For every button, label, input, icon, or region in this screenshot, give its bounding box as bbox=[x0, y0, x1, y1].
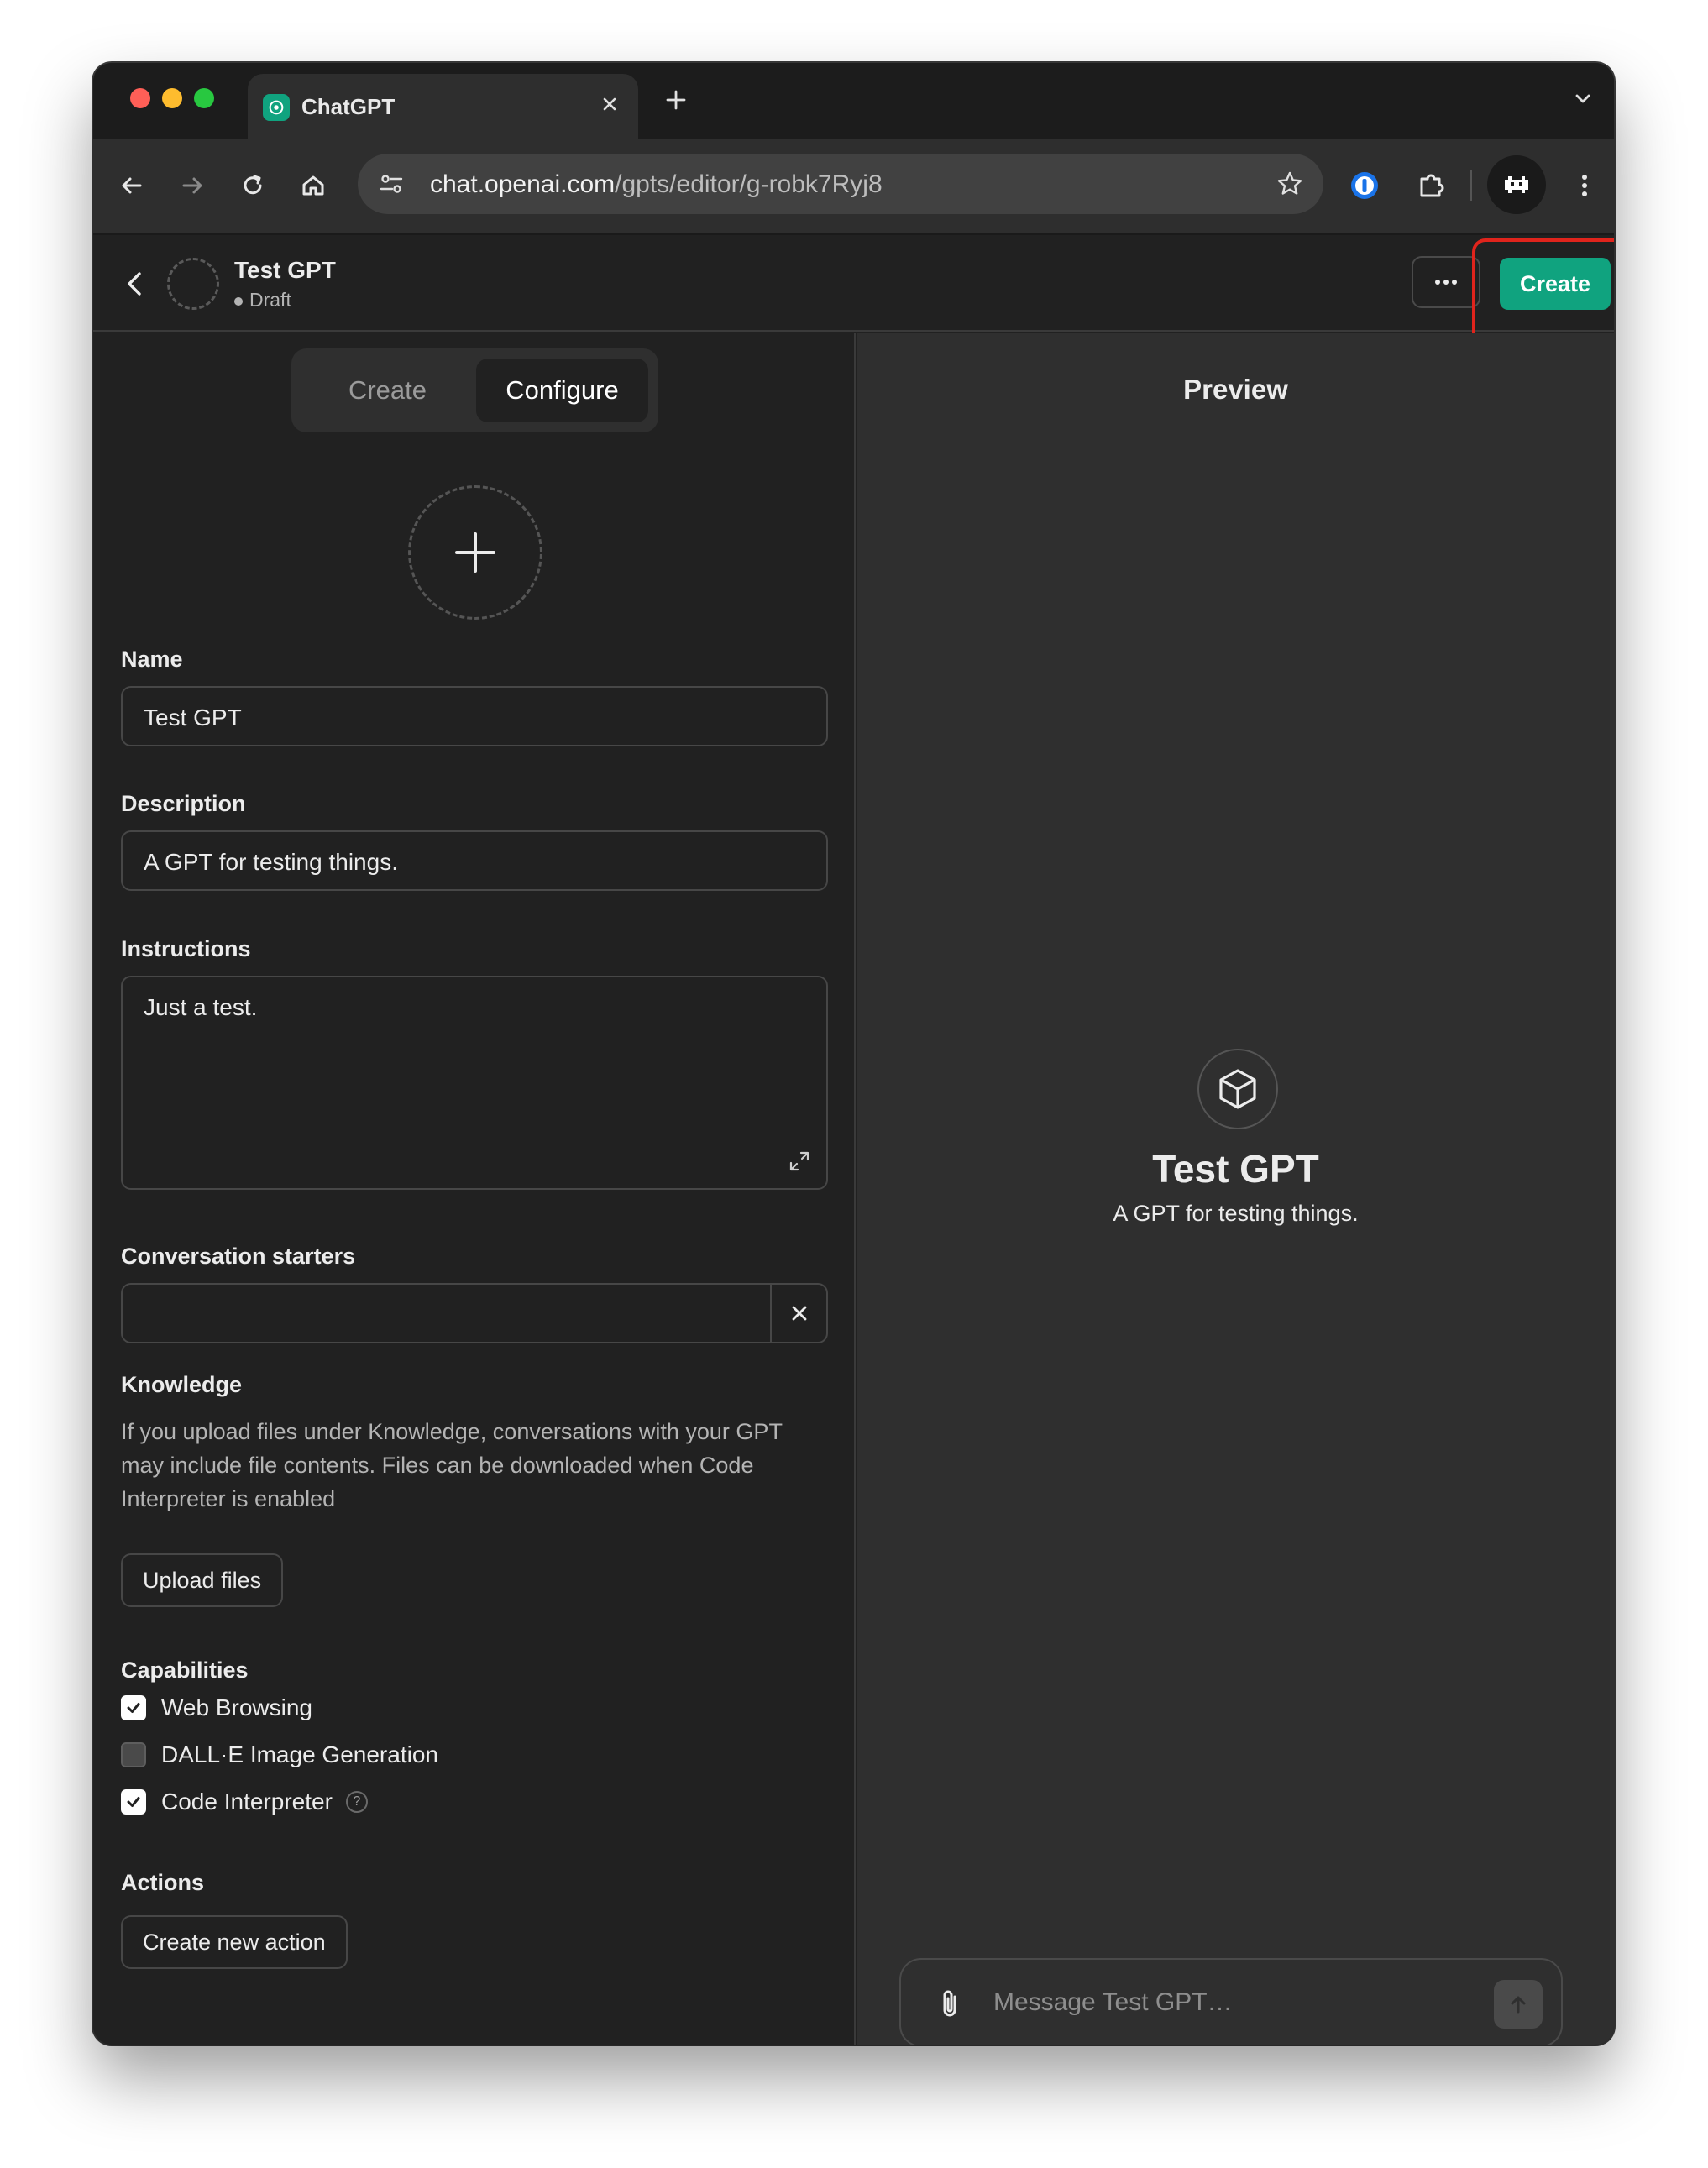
gpt-editor-header: Test GPT Draft Create bbox=[93, 237, 1614, 348]
knowledge-note: If you upload files under Knowledge, con… bbox=[121, 1419, 783, 1511]
gpt-preview-avatar bbox=[1197, 1049, 1278, 1129]
name-input[interactable]: Test GPT bbox=[121, 686, 828, 746]
message-composer[interactable]: Message Test GPT… bbox=[899, 1958, 1563, 2045]
capability-label: Web Browsing bbox=[161, 1694, 313, 1720]
web-browsing-checkbox[interactable] bbox=[121, 1695, 146, 1720]
ellipsis-icon bbox=[1435, 280, 1457, 285]
url-host: chat.openai.com bbox=[430, 170, 616, 198]
instructions-label: Instructions bbox=[121, 936, 251, 961]
cube-icon bbox=[1219, 1069, 1256, 1109]
description-label: Description bbox=[121, 791, 246, 816]
checkmark-icon bbox=[127, 1797, 140, 1807]
name-label: Name bbox=[121, 647, 183, 672]
forward-arrow-icon[interactable] bbox=[176, 169, 209, 202]
gpt-title: Test GPT bbox=[234, 257, 336, 283]
configure-panel: Create Configure Name Test GPT Descripti… bbox=[93, 333, 856, 2045]
tab-create[interactable]: Create bbox=[301, 359, 474, 422]
close-tab-icon[interactable] bbox=[598, 92, 621, 116]
tab-configure[interactable]: Configure bbox=[476, 359, 648, 422]
gpt-avatar-placeholder bbox=[167, 258, 219, 310]
instructions-textarea[interactable]: Just a test. bbox=[121, 976, 828, 1190]
browser-toolbar: chat.openai.com/gpts/editor/g-robk7Ryj8 bbox=[93, 139, 1614, 235]
attach-paperclip-icon[interactable] bbox=[933, 1987, 967, 2022]
code-interpreter-checkbox[interactable] bbox=[121, 1789, 146, 1815]
description-input[interactable]: A GPT for testing things. bbox=[121, 830, 828, 891]
space-invader-avatar-icon bbox=[1505, 176, 1528, 193]
capability-label: DALL·E Image Generation bbox=[161, 1741, 438, 1767]
toolbar-separator bbox=[1470, 170, 1472, 201]
checkmark-icon bbox=[127, 1703, 140, 1713]
expand-icon[interactable] bbox=[788, 1149, 811, 1173]
mode-switcher: Create Configure bbox=[291, 348, 658, 432]
maximize-window-button[interactable] bbox=[194, 88, 214, 108]
password-manager-extension-icon[interactable] bbox=[1346, 167, 1383, 204]
site-settings-icon[interactable] bbox=[376, 169, 406, 199]
back-chevron-icon[interactable] bbox=[118, 267, 152, 301]
close-x-icon bbox=[792, 1306, 806, 1321]
tab-title: ChatGPT bbox=[301, 94, 396, 119]
preview-gpt-name: Test GPT bbox=[1152, 1147, 1319, 1191]
description-value: A GPT for testing things. bbox=[144, 849, 398, 875]
capabilities-label: Capabilities bbox=[121, 1657, 249, 1683]
reload-icon[interactable] bbox=[236, 169, 270, 202]
minimize-window-button[interactable] bbox=[162, 88, 182, 108]
capability-label: Code Interpreter bbox=[161, 1788, 333, 1815]
status-dot bbox=[234, 296, 243, 306]
actions-label: Actions bbox=[121, 1870, 205, 1895]
profile-avatar[interactable] bbox=[1487, 155, 1546, 214]
send-button[interactable] bbox=[1494, 1980, 1543, 2029]
tab-search-chevron-icon[interactable] bbox=[1570, 86, 1595, 112]
capability-web-browsing[interactable]: Web Browsing bbox=[121, 1693, 312, 1723]
upload-avatar-button[interactable] bbox=[408, 485, 542, 620]
tab-chatgpt[interactable]: ChatGPT bbox=[248, 74, 638, 139]
status-text: Draft bbox=[249, 289, 291, 311]
url-text[interactable]: chat.openai.com/gpts/editor/g-robk7Ryj8 bbox=[430, 170, 883, 199]
browser-menu-kebab-icon[interactable] bbox=[1568, 169, 1601, 202]
preview-gpt-description: A GPT for testing things. bbox=[1113, 1201, 1359, 1226]
name-value: Test GPT bbox=[144, 704, 242, 731]
remove-starter-button[interactable] bbox=[770, 1285, 826, 1342]
upload-files-button[interactable]: Upload files bbox=[121, 1553, 284, 1607]
capability-code-interpreter[interactable]: Code Interpreter ? bbox=[121, 1787, 368, 1817]
conversation-starter-input[interactable] bbox=[121, 1283, 828, 1343]
tab-bar: ChatGPT bbox=[93, 63, 1614, 139]
create-gpt-button[interactable]: Create bbox=[1500, 258, 1611, 310]
conversation-starters-label: Conversation starters bbox=[121, 1244, 356, 1269]
url-path: /gpts/editor/g-robk7Ryj8 bbox=[615, 170, 883, 198]
more-options-button[interactable] bbox=[1412, 256, 1480, 308]
preview-title: Preview bbox=[1183, 374, 1288, 405]
arrow-up-icon bbox=[1511, 1996, 1526, 2014]
message-input[interactable]: Message Test GPT… bbox=[993, 1988, 1233, 2017]
new-tab-icon[interactable] bbox=[661, 85, 691, 115]
preview-panel: Preview Test GPT A GPT for testing thing… bbox=[857, 333, 1614, 2045]
plus-icon bbox=[455, 532, 495, 573]
knowledge-label: Knowledge bbox=[121, 1372, 243, 1397]
back-arrow-icon[interactable] bbox=[115, 169, 149, 202]
extensions-puzzle-icon[interactable] bbox=[1413, 167, 1450, 204]
capability-dalle[interactable]: DALL·E Image Generation bbox=[121, 1740, 438, 1770]
browser-window: ChatGPT chat.openai.com/gpts/editor/g-ro… bbox=[93, 63, 1614, 2045]
create-new-action-button[interactable]: Create new action bbox=[121, 1915, 348, 1969]
address-bar[interactable]: chat.openai.com/gpts/editor/g-robk7Ryj8 bbox=[358, 154, 1323, 214]
gpt-status: Draft bbox=[234, 289, 291, 312]
dalle-checkbox[interactable] bbox=[121, 1742, 146, 1767]
close-window-button[interactable] bbox=[130, 88, 150, 108]
instructions-value: Just a test. bbox=[144, 994, 258, 1020]
help-question-icon[interactable]: ? bbox=[345, 1791, 368, 1813]
chatgpt-favicon-icon bbox=[263, 94, 290, 121]
home-icon[interactable] bbox=[296, 169, 330, 202]
bookmark-star-icon[interactable] bbox=[1275, 169, 1305, 199]
